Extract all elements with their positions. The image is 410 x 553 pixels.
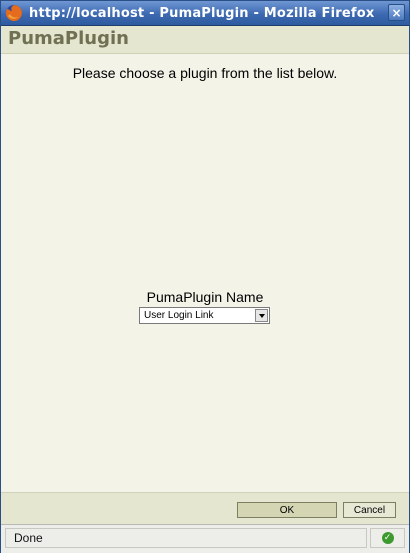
plugin-name-select[interactable]: User Login Link [139, 307, 270, 324]
browser-window: http://localhost - PumaPlugin - Mozilla … [0, 0, 410, 553]
chevron-down-icon [258, 313, 265, 318]
plugin-name-label: PumaPlugin Name [146, 289, 264, 305]
secure-check-icon: ✓ [381, 532, 394, 544]
window-close-button[interactable]: × [388, 4, 405, 21]
dropdown-arrow-button[interactable] [255, 309, 268, 322]
ok-button[interactable]: OK [237, 502, 337, 518]
status-text: Done [5, 528, 367, 548]
security-indicator[interactable]: ✓ [370, 528, 405, 548]
window-titlebar[interactable]: http://localhost - PumaPlugin - Mozilla … [1, 1, 409, 26]
window-title: http://localhost - PumaPlugin - Mozilla … [29, 5, 375, 21]
browser-statusbar: Done ✓ [1, 524, 409, 553]
cancel-button[interactable]: Cancel [343, 502, 396, 518]
page-title: PumaPlugin [8, 28, 129, 49]
dialog-button-bar: OK Cancel [1, 492, 409, 525]
plugin-select-value: User Login Link [144, 310, 214, 321]
close-icon: × [391, 5, 402, 20]
plugin-header: PumaPlugin [1, 26, 409, 54]
firefox-icon [5, 4, 23, 22]
instruction-text: Please choose a plugin from the list bel… [72, 65, 338, 81]
